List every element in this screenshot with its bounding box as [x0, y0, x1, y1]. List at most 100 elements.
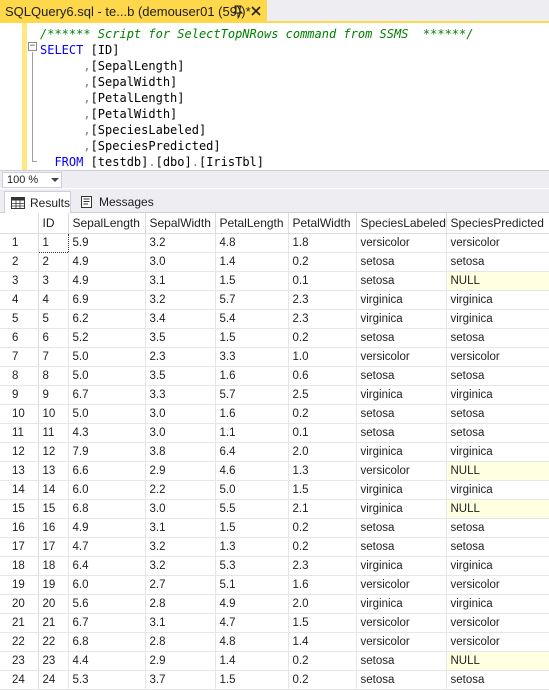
table-cell[interactable]: setosa [356, 537, 447, 557]
column-header[interactable]: SepalLength [68, 213, 146, 234]
table-cell[interactable]: 1.6 [215, 366, 289, 386]
table-cell[interactable]: 5.7 [215, 385, 289, 405]
table-cell[interactable]: 23 [38, 651, 69, 671]
table-cell[interactable]: 2 [38, 252, 69, 272]
table-cell[interactable]: 3.8 [145, 442, 216, 462]
row-number[interactable]: 21 [0, 613, 39, 633]
row-number[interactable]: 15 [0, 499, 39, 519]
table-cell[interactable]: 1.5 [288, 613, 357, 633]
table-cell[interactable]: 5.9 [68, 233, 146, 253]
table-cell[interactable]: 17 [38, 537, 69, 557]
table-cell[interactable]: 21 [38, 613, 69, 633]
table-cell[interactable]: 2.5 [288, 385, 357, 405]
zoom-dropdown[interactable]: 100 % [2, 172, 62, 188]
table-cell[interactable]: versicolor [356, 613, 447, 633]
table-cell[interactable]: 2.9 [145, 651, 216, 671]
table-cell[interactable]: 2.2 [145, 480, 216, 500]
table-cell[interactable]: 1.4 [215, 651, 289, 671]
table-row[interactable]: 5 5 6.2 3.4 5.4 2.3 virginica virginica [0, 309, 549, 329]
table-cell[interactable]: 5.0 [68, 347, 146, 367]
table-cell[interactable]: versicolor [356, 461, 447, 481]
table-cell[interactable]: setosa [446, 328, 549, 348]
code-line[interactable]: /****** Script for SelectTopNRows comman… [40, 26, 473, 42]
table-cell[interactable]: 2.3 [145, 347, 216, 367]
table-row[interactable]: 3 3 4.9 3.1 1.5 0.1 setosa NULL [0, 271, 549, 291]
row-number[interactable]: 8 [0, 366, 39, 386]
table-cell[interactable]: 6.4 [68, 556, 146, 576]
table-cell[interactable]: 6 [38, 328, 69, 348]
table-cell[interactable]: 4.4 [68, 651, 146, 671]
table-cell[interactable]: 8 [38, 366, 69, 386]
table-cell[interactable]: 6.4 [215, 442, 289, 462]
table-cell[interactable]: setosa [446, 537, 549, 557]
table-row[interactable]: 10 10 5.0 3.0 1.6 0.2 setosa setosa [0, 404, 549, 424]
code-line[interactable]: ,[SepalLength] [40, 58, 184, 74]
table-cell[interactable]: virginica [356, 290, 447, 310]
table-cell[interactable]: 11 [38, 423, 69, 443]
table-cell[interactable]: setosa [446, 518, 549, 538]
table-cell[interactable]: versicolor [356, 347, 447, 367]
table-cell[interactable]: 1.6 [215, 404, 289, 424]
code-line[interactable]: ,[SpeciesLabeled] [40, 122, 206, 138]
row-number[interactable]: 17 [0, 537, 39, 557]
row-number[interactable]: 16 [0, 518, 39, 538]
table-cell[interactable]: 4.9 [215, 594, 289, 614]
table-cell[interactable]: 1.8 [288, 233, 357, 253]
table-cell[interactable]: 2.1 [288, 499, 357, 519]
table-cell[interactable]: 3.2 [145, 233, 216, 253]
table-cell[interactable]: virginica [446, 309, 549, 329]
table-cell[interactable]: 4.9 [68, 252, 146, 272]
table-cell[interactable]: 3.1 [145, 271, 216, 291]
table-cell[interactable]: versicolor [446, 233, 549, 253]
table-cell[interactable]: virginica [356, 385, 447, 405]
table-cell[interactable]: versicolor [446, 613, 549, 633]
table-cell[interactable]: 3.5 [145, 366, 216, 386]
collapse-toggle-icon[interactable]: − [28, 42, 37, 51]
close-icon[interactable] [249, 4, 263, 18]
table-cell[interactable]: virginica [446, 480, 549, 500]
table-cell[interactable]: 20 [38, 594, 69, 614]
table-row[interactable]: 15 15 6.8 3.0 5.5 2.1 virginica NULL [0, 499, 549, 519]
table-cell[interactable]: 1.5 [288, 480, 357, 500]
row-number[interactable]: 7 [0, 347, 39, 367]
table-row[interactable]: 12 12 7.9 3.8 6.4 2.0 virginica virginica [0, 442, 549, 462]
table-cell[interactable]: 7.9 [68, 442, 146, 462]
row-number[interactable]: 5 [0, 309, 39, 329]
table-cell[interactable]: 0.1 [288, 271, 357, 291]
code-line[interactable]: ,[PetalLength] [40, 90, 184, 106]
table-cell[interactable]: 3.3 [145, 385, 216, 405]
table-cell[interactable]: setosa [356, 271, 447, 291]
table-cell[interactable]: 3.2 [145, 537, 216, 557]
table-cell[interactable]: 6.7 [68, 613, 146, 633]
table-cell[interactable]: setosa [356, 404, 447, 424]
table-row[interactable]: 11 11 4.3 3.0 1.1 0.1 setosa setosa [0, 423, 549, 443]
table-cell[interactable]: 4.7 [68, 537, 146, 557]
table-cell[interactable]: 16 [38, 518, 69, 538]
table-row[interactable]: 4 4 6.9 3.2 5.7 2.3 virginica virginica [0, 290, 549, 310]
row-number[interactable]: 19 [0, 575, 39, 595]
table-cell[interactable]: 1.1 [215, 423, 289, 443]
table-cell[interactable]: 4.6 [215, 461, 289, 481]
table-cell[interactable]: virginica [446, 594, 549, 614]
row-number[interactable]: 1 [0, 233, 39, 253]
table-cell[interactable]: 4.9 [68, 271, 146, 291]
table-cell[interactable]: 6.8 [68, 632, 146, 652]
table-cell[interactable]: 1.4 [215, 252, 289, 272]
table-cell[interactable]: setosa [356, 366, 447, 386]
table-cell[interactable]: 2.3 [288, 309, 357, 329]
table-cell[interactable]: versicolor [356, 632, 447, 652]
row-number[interactable]: 18 [0, 556, 39, 576]
row-number[interactable]: 10 [0, 404, 39, 424]
table-cell[interactable]: 7 [38, 347, 69, 367]
table-cell[interactable]: setosa [356, 252, 447, 272]
table-cell[interactable]: 9 [38, 385, 69, 405]
table-cell[interactable]: versicolor [356, 575, 447, 595]
table-cell[interactable]: 4 [38, 290, 69, 310]
table-row[interactable]: 18 18 6.4 3.2 5.3 2.3 virginica virginica [0, 556, 549, 576]
table-cell[interactable]: 1.6 [288, 575, 357, 595]
column-header[interactable]: SpeciesLabeled [356, 213, 447, 234]
table-cell[interactable]: 3.0 [145, 423, 216, 443]
table-row[interactable]: 23 23 4.4 2.9 1.4 0.2 setosa NULL [0, 651, 549, 671]
table-cell[interactable]: 4.7 [215, 613, 289, 633]
table-cell[interactable]: virginica [446, 556, 549, 576]
